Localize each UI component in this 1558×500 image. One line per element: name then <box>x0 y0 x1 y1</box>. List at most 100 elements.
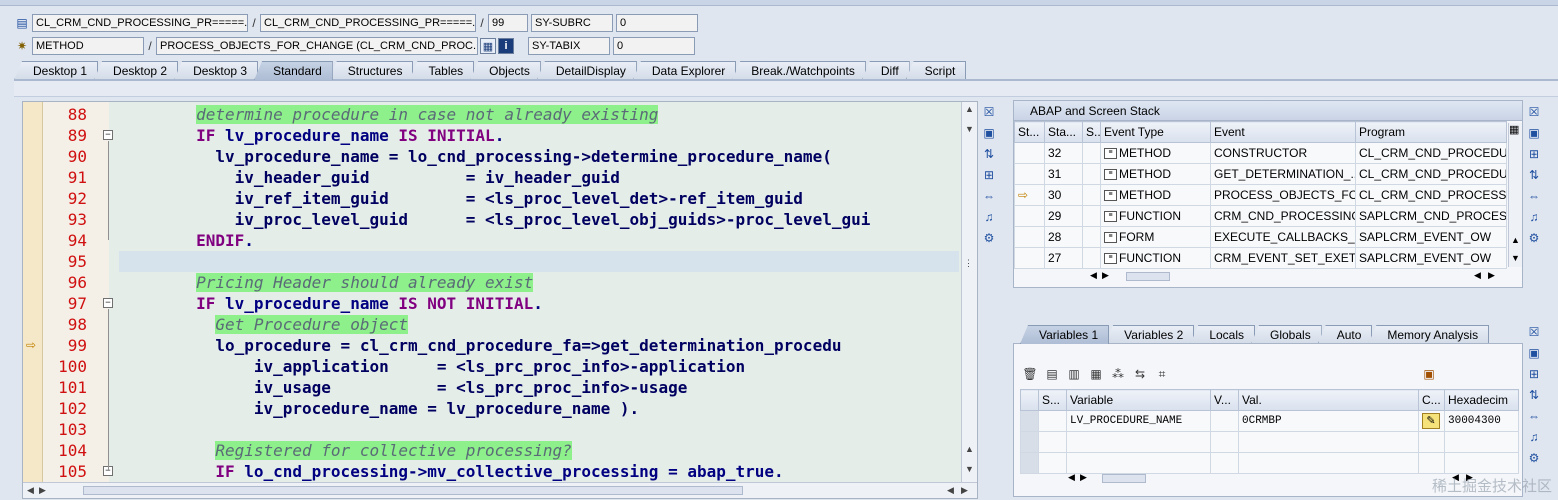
scroll-thumb[interactable] <box>83 486 743 495</box>
tab-tables[interactable]: Tables <box>409 61 475 80</box>
swap-tool-icon[interactable]: ⇅ <box>981 146 997 162</box>
stack-hscroll[interactable]: ◀ ▶ ◀ ▶ <box>1090 270 1500 284</box>
editor-horizontal-scrollbar[interactable]: ◀ ▶ ◀ ▶ <box>23 482 977 498</box>
close-icon[interactable]: ☒ <box>981 104 997 120</box>
method-name-field[interactable]: PROCESS_OBJECTS_FOR_CHANGE (CL_CRM_CND_P… <box>156 37 478 55</box>
new-tool-icon[interactable]: ▣ <box>1526 125 1542 141</box>
variables-table[interactable]: S... Variable V... Val. C... Hexadecim LV_PRO… <box>1020 389 1519 474</box>
new-tool-icon[interactable]: ▣ <box>1526 345 1542 361</box>
stack-column-header[interactable]: Program <box>1355 121 1507 143</box>
stack-column-header[interactable]: Sta... <box>1044 121 1083 143</box>
stack-column-header[interactable]: Event Type <box>1100 121 1211 143</box>
scroll-thumb-icon[interactable]: ⋮ <box>964 258 973 269</box>
scroll-up-icon[interactable]: ▲ <box>1511 235 1520 245</box>
variable-column-header[interactable]: V... <box>1210 389 1239 411</box>
close-icon[interactable]: ☒ <box>1526 324 1542 340</box>
tab-objects[interactable]: Objects <box>470 61 541 80</box>
editor-vertical-scrollbar[interactable]: ▲ ▼ ⋮ ▲ ▼ <box>961 102 977 484</box>
fold-toggle-icon[interactable]: − <box>103 130 113 140</box>
maximize-icon[interactable]: ⊞ <box>981 167 997 183</box>
tab-desktop-2[interactable]: Desktop 2 <box>94 61 179 80</box>
scroll-right-icon[interactable]: ▶ <box>961 485 968 496</box>
scroll-thumb[interactable] <box>1126 272 1170 281</box>
delete-icon[interactable]: 🗑 <box>1022 366 1038 382</box>
tab-script[interactable]: Script <box>905 61 967 80</box>
scroll-down-icon[interactable]: ▼ <box>1511 253 1520 263</box>
info-icon[interactable]: i <box>498 38 514 54</box>
variable-column-header[interactable]: Val. <box>1238 389 1419 411</box>
scroll-up-bottom-icon[interactable]: ▲ <box>965 444 974 454</box>
settings-icon[interactable]: ⚙ <box>1526 230 1542 246</box>
display-source-icon[interactable]: ▦ <box>480 38 496 54</box>
variable-change-cell[interactable]: ✎ <box>1418 410 1445 432</box>
stack-row[interactable]: ⇨30 ≡METHODPROCESS_OBJECTS_FOR...CL_CRM_C… <box>1014 184 1507 206</box>
stack-table[interactable]: St...Sta...S...Event TypeEventProgram 32… <box>1014 121 1507 269</box>
stack-row[interactable]: 27 ≡ FUNCTION CRM_EVENT_SET_EXETI... SAPLCRM… <box>1014 247 1507 269</box>
maximize-icon[interactable]: ⊞ <box>1526 146 1542 162</box>
variable-change-cell[interactable] <box>1418 452 1445 474</box>
save-variables-icon[interactable]: ▦ <box>1088 366 1104 382</box>
maximize-icon[interactable]: ⊞ <box>1526 366 1542 382</box>
services-icon[interactable]: ♫ <box>1526 429 1542 445</box>
scroll-right-small-icon[interactable]: ▶ <box>39 485 46 496</box>
fold-toggle-icon[interactable]: − <box>103 298 113 308</box>
scroll-left-icon[interactable]: ◀ <box>27 485 34 496</box>
stack-row[interactable]: 29 ≡FUNCTIONCRM_CND_PROCESSING_...SAPLCRM… <box>1014 205 1507 227</box>
tab-structures[interactable]: Structures <box>328 61 414 80</box>
stack-column-header[interactable]: Event <box>1210 121 1356 143</box>
variable-name-input[interactable] <box>1066 452 1211 474</box>
resize-icon[interactable]: ⇔ <box>1526 408 1542 424</box>
stack-row[interactable]: 32 ≡ METHOD CONSTRUCTOR CL_CRM_CND_PROCEDU..… <box>1014 142 1507 164</box>
edit-pencil-icon[interactable]: ✎ <box>1422 413 1440 429</box>
variable-row[interactable]: LV_PROCEDURE_NAME 0CRMBP ✎ 30004300 <box>1020 410 1519 432</box>
variable-row[interactable] <box>1020 452 1519 474</box>
variable-row[interactable] <box>1020 431 1519 453</box>
variable-column-header[interactable]: Hexadecim <box>1444 389 1519 411</box>
variable-column-header[interactable]: Variable <box>1066 389 1211 411</box>
scroll-left-end-icon[interactable]: ◀ <box>1474 270 1481 281</box>
source-code-editor[interactable]: 88 determine procedure in case not alrea… <box>22 101 978 499</box>
include-field[interactable]: CL_CRM_CND_PROCESSING_PR=====... <box>260 14 476 32</box>
variable-column-header[interactable]: C... <box>1418 389 1445 411</box>
row-selector[interactable] <box>1020 452 1039 474</box>
scroll-left-end-icon[interactable]: ◀ <box>947 485 954 496</box>
tab-diff[interactable]: Diff <box>861 61 910 80</box>
scroll-left-icon[interactable]: ◀ <box>1090 270 1097 281</box>
scroll-left-icon[interactable]: ◀ <box>1068 472 1075 483</box>
var-tab-variables-1[interactable]: Variables 1 <box>1020 325 1110 344</box>
services-icon[interactable]: ♫ <box>981 209 997 225</box>
type-field[interactable]: METHOD <box>32 37 144 55</box>
row-selector[interactable] <box>1020 410 1039 432</box>
var-tab-variables-2[interactable]: Variables 2 <box>1105 325 1195 344</box>
scroll-down-icon[interactable]: ▼ <box>965 464 974 474</box>
settings-icon[interactable]: ⚙ <box>981 230 997 246</box>
column-settings-icon[interactable]: ▦ <box>1509 123 1519 136</box>
hierarchy-icon[interactable]: ⁂ <box>1110 366 1126 382</box>
tab-desktop-1[interactable]: Desktop 1 <box>14 61 99 80</box>
variable-name-input[interactable]: LV_PROCEDURE_NAME <box>1066 410 1211 432</box>
var-tab-auto[interactable]: Auto <box>1317 325 1373 344</box>
scroll-right-end-icon[interactable]: ▶ <box>1488 270 1495 281</box>
stack-column-header[interactable]: S... <box>1082 121 1101 143</box>
resize-icon[interactable]: ⇔ <box>981 188 997 204</box>
select-icon[interactable]: ⌗ <box>1154 366 1170 382</box>
close-icon[interactable]: ☒ <box>1526 104 1542 120</box>
tab-standard[interactable]: Standard <box>254 61 333 80</box>
tab-detaildisplay[interactable]: DetailDisplay <box>536 61 637 80</box>
variable-name-input[interactable] <box>1066 431 1211 453</box>
stack-column-header[interactable]: St... <box>1014 121 1045 143</box>
scroll-right-icon[interactable]: ▶ <box>1102 270 1109 281</box>
scroll-thumb[interactable] <box>1102 474 1146 483</box>
save-icon[interactable]: ▣ <box>1421 366 1437 382</box>
resize-icon[interactable]: ⇔ <box>1526 188 1542 204</box>
program-field[interactable]: CL_CRM_CND_PROCESSING_PR=====... <box>32 14 248 32</box>
scroll-up-icon[interactable]: ▲ <box>965 104 974 114</box>
move-icon[interactable]: ⇆ <box>1132 366 1148 382</box>
stack-row[interactable]: 31 ≡ METHOD GET_DETERMINATION_... CL_CRM_CND… <box>1014 163 1507 185</box>
variable-change-cell[interactable] <box>1418 431 1445 453</box>
var-tab-globals[interactable]: Globals <box>1251 325 1322 344</box>
detail-view-icon[interactable]: ▥ <box>1066 366 1082 382</box>
swap-tool-icon[interactable]: ⇅ <box>1526 387 1542 403</box>
var-tab-locals[interactable]: Locals <box>1190 325 1255 344</box>
tab-data-explorer[interactable]: Data Explorer <box>632 61 737 80</box>
